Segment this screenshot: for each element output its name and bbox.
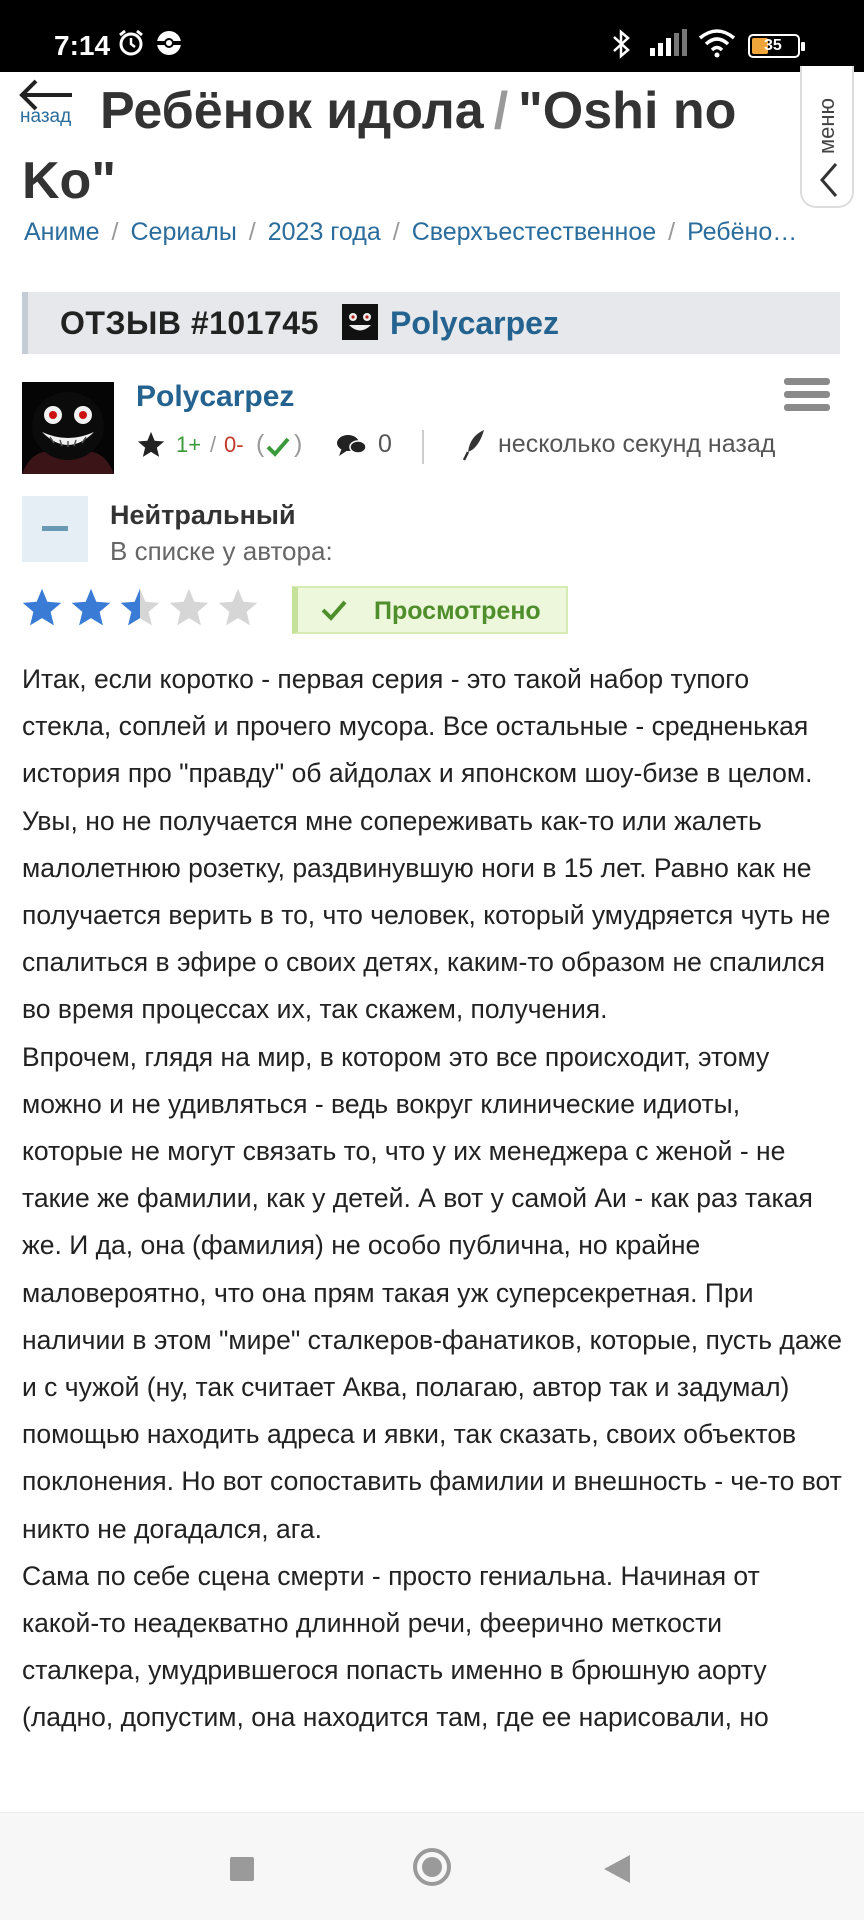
breadcrumb-separator: / [392,218,400,246]
review-username-link[interactable]: Polycarpez [390,305,559,342]
title-separator: / [493,82,509,140]
quill-icon [462,430,484,461]
star-empty-icon [218,588,258,626]
star-filled-icon [71,588,111,626]
bluetooth-icon [613,29,630,59]
breadcrumb-item-title[interactable]: Ребёно… [687,218,797,246]
hamburger-menu-icon[interactable] [784,378,830,416]
watched-status-badge: Просмотрено [292,586,568,634]
review-paragraph: Впрочем, глядя на мир, в котором это все… [22,1041,843,1544]
vote-minus[interactable]: 0- [224,432,244,458]
vote-paren-open: ( [256,430,265,458]
breadcrumb-item-series[interactable]: Сериалы [131,218,237,246]
recents-button-icon[interactable] [228,1855,256,1883]
checkmark-icon [321,600,347,621]
breadcrumb: Аниме / Сериалы / 2023 года / Сверхъестественн… [24,218,844,247]
neutral-opinion-icon [22,496,88,562]
rating-stars [20,586,270,630]
status-bar: 7:14 35 [0,0,864,72]
breadcrumb-separator: / [668,218,676,246]
meta-divider [422,430,424,464]
vote-plus[interactable]: 1+ [176,432,201,458]
star-half-icon [120,588,160,626]
review-paragraph: Итак, если коротко - первая серия - это … [22,664,813,789]
status-time: 7:14 [54,30,111,61]
app-icon [157,31,181,55]
alarm-icon [119,29,143,56]
user-mini-avatar[interactable] [342,304,378,340]
wifi-icon [698,29,736,58]
page-title: Ребёнок идола / "Oshi no Ko" [22,76,802,216]
vote-slash: / [210,432,217,457]
opinion-label: Нейтральный [110,500,296,530]
star-icon [137,431,165,457]
author-list-label: В списке у автора: [110,536,333,566]
check-icon [266,437,290,457]
breadcrumb-item-anime[interactable]: Аниме [24,218,100,246]
comments-icon[interactable] [336,432,368,460]
comments-count[interactable]: 0 [378,430,392,459]
signal-icon [650,29,687,56]
review-header: ОТЗЫВ #101745 Polycarpez [22,292,840,354]
vote-paren-close: ) [294,430,303,458]
battery-level: 35 [764,37,782,54]
review-paragraph: Сама по себе сцена смерти - просто гениа… [22,1560,769,1733]
star-filled-icon [22,588,62,626]
system-nav-bar [0,1812,864,1920]
menu-label: меню [814,97,839,154]
review-id: ОТЗЫВ #101745 [60,305,319,341]
review-body: Итак, если коротко - первая серия - это … [22,656,844,1742]
watched-status-label: Просмотрено [374,597,541,625]
back-button-icon[interactable] [602,1853,632,1885]
review-paragraph: Увы, но не получается мне сопереживать к… [22,805,831,1025]
author-name-link[interactable]: Polycarpez [136,380,294,414]
breadcrumb-item-genre[interactable]: Сверхъестественное [412,218,656,246]
review-time: несколько секунд назад [498,430,776,458]
star-empty-icon [169,588,209,626]
battery-icon: 35 [748,34,805,58]
chevron-left-icon [820,163,838,197]
title-anime: Ребёнок идола [100,82,484,140]
breadcrumb-item-year[interactable]: 2023 года [268,218,381,246]
home-button-icon[interactable] [412,1847,452,1887]
avatar[interactable] [22,382,114,474]
breadcrumb-separator: / [111,218,119,246]
menu-tab[interactable]: меню [800,66,854,208]
breadcrumb-separator: / [248,218,256,246]
